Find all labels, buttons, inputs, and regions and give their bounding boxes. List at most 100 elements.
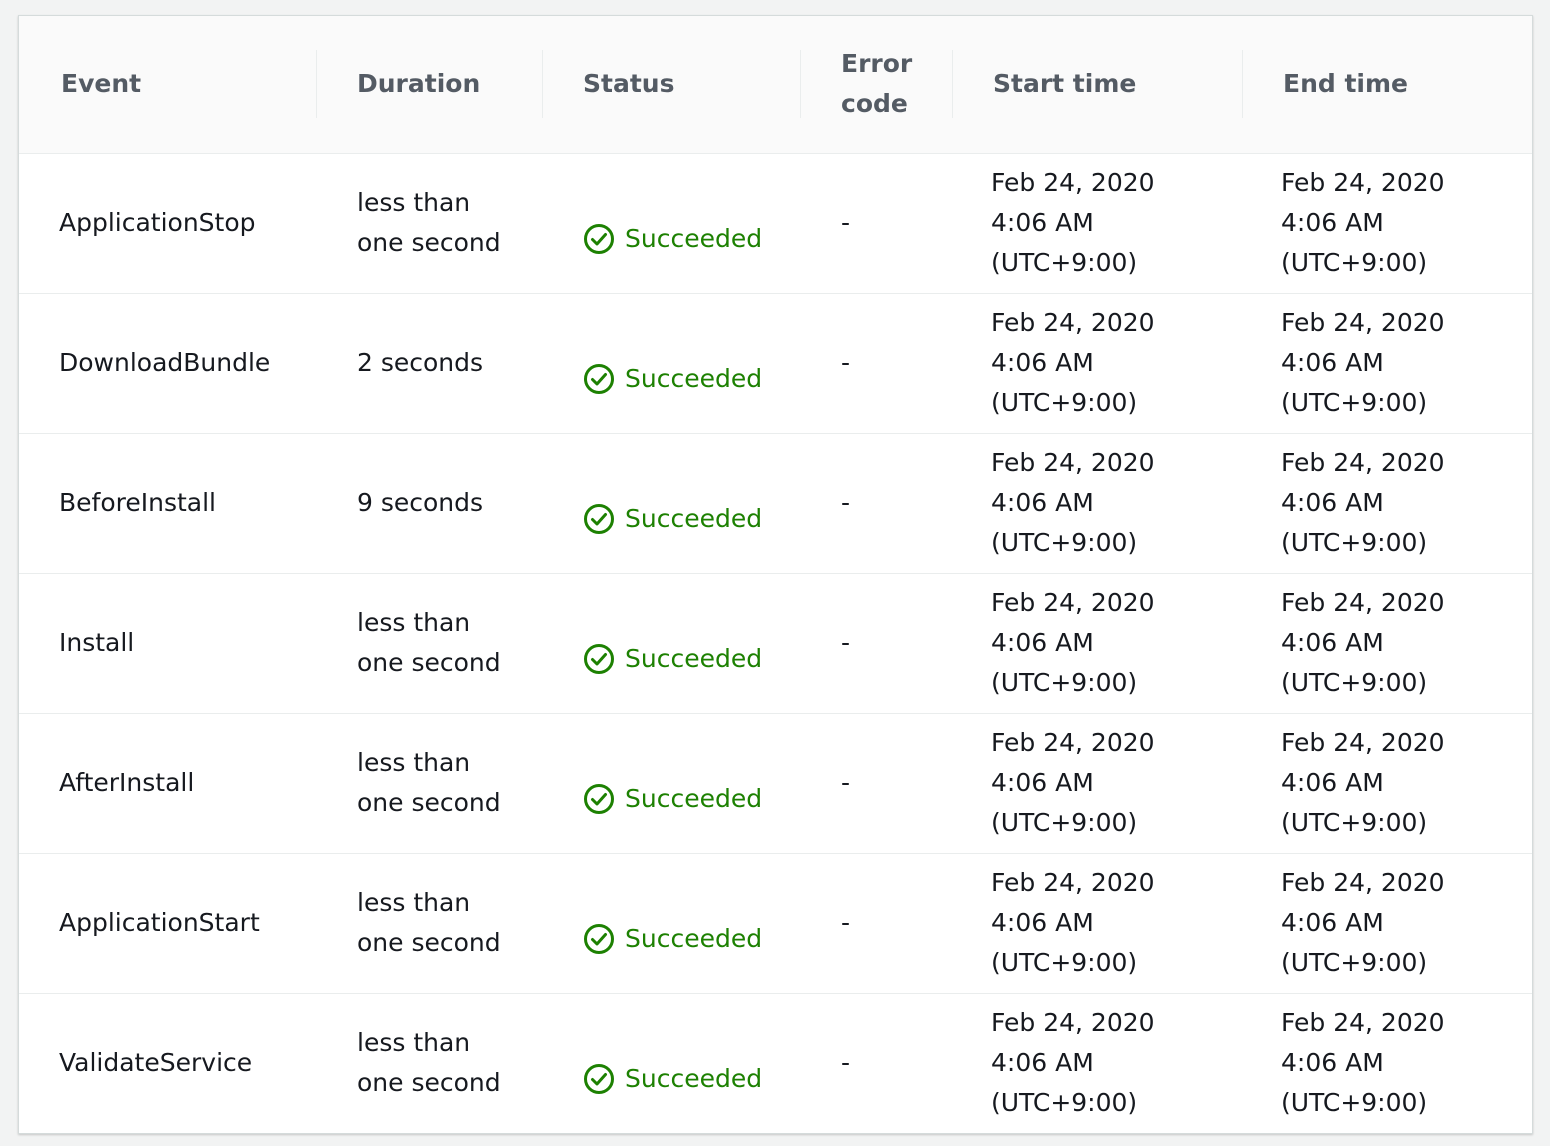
error-code-cell: - (801, 433, 953, 574)
error-code-cell: - (801, 993, 953, 1133)
table-row: ValidateService less than one second Suc… (19, 993, 1532, 1133)
error-code-text: - (841, 628, 851, 657)
status-text: Succeeded (625, 504, 763, 533)
duration-cell: less than one second (317, 153, 543, 294)
status-indicator: Succeeded (583, 359, 762, 399)
status-cell: Succeeded (543, 853, 801, 994)
event-name: ApplicationStart (59, 908, 260, 937)
table-row: AfterInstall less than one second Succee… (19, 713, 1532, 854)
end-time-cell: Feb 24, 2020 4:06 AM (UTC+9:00) (1243, 153, 1532, 294)
error-code-text: - (841, 908, 851, 937)
duration-text: less than one second (357, 608, 501, 677)
event-cell: ApplicationStop (19, 153, 317, 294)
duration-cell: less than one second (317, 573, 543, 714)
status-cell: Succeeded (543, 573, 801, 714)
status-text: Succeeded (625, 924, 763, 953)
status-cell: Succeeded (543, 433, 801, 574)
start-time-cell: Feb 24, 2020 4:06 AM (UTC+9:00) (953, 853, 1243, 994)
column-header-error-code: Error code (801, 16, 953, 154)
end-time-cell: Feb 24, 2020 4:06 AM (UTC+9:00) (1243, 853, 1532, 994)
end-time-text: Feb 24, 2020 4:06 AM (UTC+9:00) (1281, 168, 1445, 277)
column-header-event: Event (19, 16, 317, 154)
error-code-text: - (841, 348, 851, 377)
table-row: DownloadBundle 2 seconds Succeeded - Feb… (19, 293, 1532, 434)
event-cell: BeforeInstall (19, 433, 317, 574)
table-header-row: Event Duration Status Error code Start t… (19, 16, 1532, 154)
end-time-cell: Feb 24, 2020 4:06 AM (UTC+9:00) (1243, 713, 1532, 854)
column-header-label: Error code (841, 49, 913, 119)
status-text: Succeeded (625, 644, 763, 673)
status-cell: Succeeded (543, 713, 801, 854)
status-indicator: Succeeded (583, 499, 762, 539)
event-cell: AfterInstall (19, 713, 317, 854)
end-time-text: Feb 24, 2020 4:06 AM (UTC+9:00) (1281, 308, 1445, 417)
start-time-text: Feb 24, 2020 4:06 AM (UTC+9:00) (991, 168, 1155, 277)
status-text: Succeeded (625, 224, 763, 253)
duration-cell: less than one second (317, 853, 543, 994)
table-row: BeforeInstall 9 seconds Succeeded - Feb … (19, 433, 1532, 574)
status-cell: Succeeded (543, 153, 801, 294)
end-time-text: Feb 24, 2020 4:06 AM (UTC+9:00) (1281, 868, 1445, 977)
status-indicator: Succeeded (583, 1059, 762, 1099)
column-header-label: End time (1283, 69, 1408, 99)
event-name: ValidateService (59, 1048, 253, 1078)
status-text: Succeeded (625, 784, 763, 813)
column-header-start-time: Start time (953, 16, 1243, 154)
start-time-text: Feb 24, 2020 4:06 AM (UTC+9:00) (991, 868, 1155, 977)
error-code-cell: - (801, 573, 953, 714)
error-code-text: - (841, 208, 851, 237)
error-code-cell: - (801, 153, 953, 294)
duration-text: less than one second (357, 748, 501, 817)
column-header-label: Start time (993, 69, 1137, 99)
event-name: ApplicationStop (59, 208, 256, 237)
check-circle-icon (584, 504, 614, 534)
column-header-label: Event (61, 69, 142, 99)
table-row: ApplicationStop less than one second Suc… (19, 153, 1532, 294)
end-time-cell: Feb 24, 2020 4:06 AM (UTC+9:00) (1243, 573, 1532, 714)
check-circle-icon (584, 364, 614, 394)
duration-cell: 9 seconds (317, 433, 543, 574)
event-name: DownloadBundle (59, 348, 271, 377)
start-time-cell: Feb 24, 2020 4:06 AM (UTC+9:00) (953, 293, 1243, 434)
end-time-cell: Feb 24, 2020 4:06 AM (UTC+9:00) (1243, 293, 1532, 434)
event-cell: DownloadBundle (19, 293, 317, 434)
status-cell: Succeeded (543, 993, 801, 1133)
event-name: BeforeInstall (59, 488, 216, 517)
status-text: Succeeded (625, 364, 763, 393)
table-body: ApplicationStop less than one second Suc… (19, 153, 1532, 1133)
duration-text: less than one second (357, 1028, 501, 1098)
status-indicator: Succeeded (583, 779, 762, 819)
end-time-text: Feb 24, 2020 4:06 AM (UTC+9:00) (1281, 588, 1445, 697)
error-code-cell: - (801, 713, 953, 854)
end-time-text: Feb 24, 2020 4:06 AM (UTC+9:00) (1281, 728, 1445, 837)
start-time-cell: Feb 24, 2020 4:06 AM (UTC+9:00) (953, 573, 1243, 714)
event-cell: ApplicationStart (19, 853, 317, 994)
duration-text: less than one second (357, 888, 501, 957)
event-name: Install (59, 628, 135, 657)
duration-text: less than one second (357, 188, 501, 257)
status-cell: Succeeded (543, 293, 801, 434)
table-row: Install less than one second Succeeded -… (19, 573, 1532, 714)
start-time-cell: Feb 24, 2020 4:06 AM (UTC+9:00) (953, 433, 1243, 574)
status-indicator: Succeeded (583, 639, 762, 679)
start-time-cell: Feb 24, 2020 4:06 AM (UTC+9:00) (953, 713, 1243, 854)
duration-cell: 2 seconds (317, 293, 543, 434)
start-time-text: Feb 24, 2020 4:06 AM (UTC+9:00) (991, 448, 1155, 557)
start-time-text: Feb 24, 2020 4:06 AM (UTC+9:00) (991, 1008, 1155, 1118)
column-header-status: Status (543, 16, 801, 154)
duration-cell: less than one second (317, 993, 543, 1133)
check-circle-icon (584, 1064, 614, 1095)
error-code-text: - (841, 488, 851, 517)
event-cell: ValidateService (19, 993, 317, 1133)
column-header-end-time: End time (1243, 16, 1532, 154)
check-circle-icon (584, 784, 614, 814)
check-circle-icon (584, 224, 614, 254)
event-cell: Install (19, 573, 317, 714)
end-time-cell: Feb 24, 2020 4:06 AM (UTC+9:00) (1243, 993, 1532, 1133)
start-time-text: Feb 24, 2020 4:06 AM (UTC+9:00) (991, 588, 1155, 697)
column-header-duration: Duration (317, 16, 543, 154)
end-time-text: Feb 24, 2020 4:06 AM (UTC+9:00) (1281, 448, 1445, 557)
duration-text: 9 seconds (357, 488, 484, 517)
lifecycle-events-table: Event Duration Status Error code Start t… (19, 16, 1532, 1133)
start-time-cell: Feb 24, 2020 4:06 AM (UTC+9:00) (953, 993, 1243, 1133)
